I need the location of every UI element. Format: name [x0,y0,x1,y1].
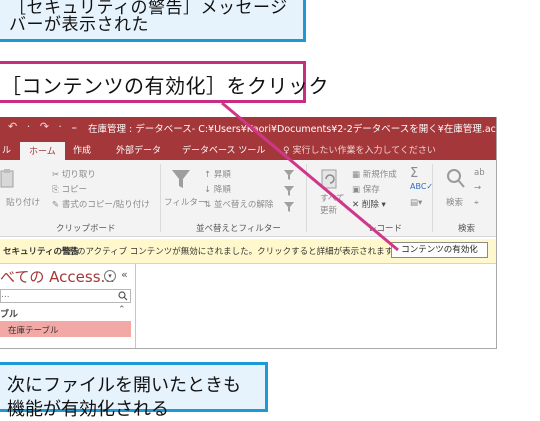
callout-bottom-line2: 機能が有効化される [7,399,169,420]
callout-bottom-line1: 次にファイルを開いたときも [7,375,241,396]
pointer-line [221,101,399,252]
